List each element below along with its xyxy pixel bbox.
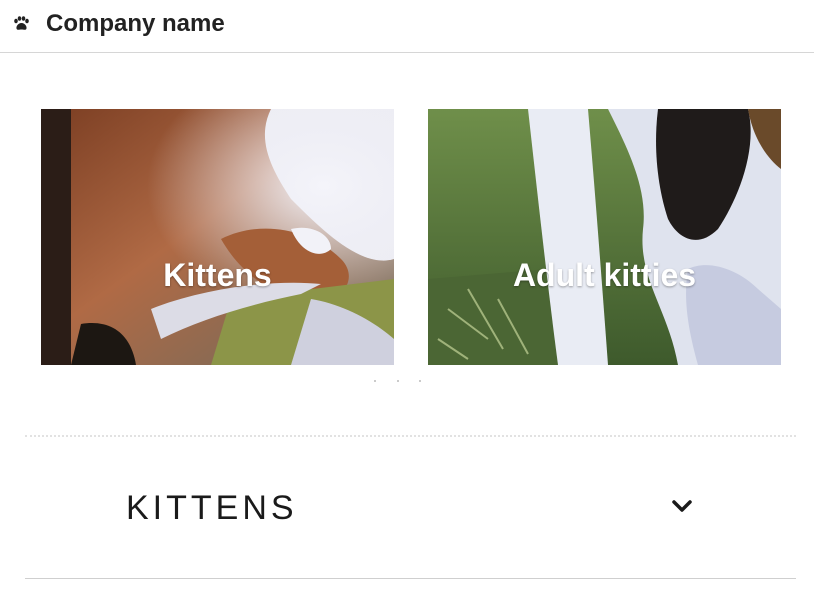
section-divider [25,435,796,437]
carousel-dot[interactable] [397,380,399,382]
carousel-indicator [368,378,428,384]
site-header: Company name [0,0,814,53]
carousel-dot[interactable] [419,380,421,382]
carousel-dot[interactable] [374,380,376,382]
paw-icon [14,16,29,30]
section-title: KITTENS [126,489,298,527]
kitten-photo [41,109,394,365]
tile-label: Kittens [163,257,272,293]
chevron-down-icon[interactable] [671,498,693,514]
tile-label: Adult kitties [512,257,697,293]
adult-cat-photo [428,109,781,365]
adult-kitties-tile[interactable]: Adult kitties [428,109,781,365]
kittens-tile[interactable]: Kittens [41,109,394,365]
company-name[interactable]: Company name [46,9,225,39]
kittens-section-toggle[interactable]: KITTENS [25,470,796,546]
bottom-divider [25,578,796,579]
